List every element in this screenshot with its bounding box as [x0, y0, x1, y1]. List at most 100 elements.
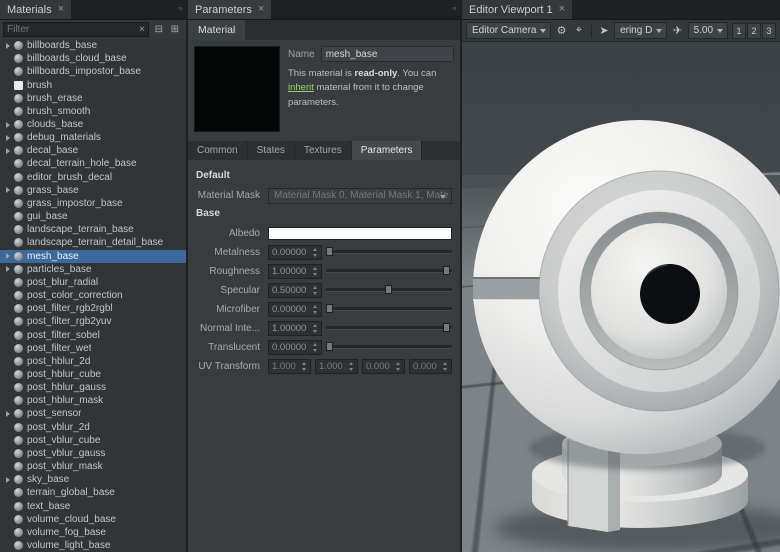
list-item[interactable]: post_sensor	[0, 407, 186, 420]
drag-handle-icon[interactable]	[348, 362, 355, 371]
list-item[interactable]: debug_materials	[0, 131, 186, 144]
list-item[interactable]: volume_fog_base	[0, 526, 186, 539]
list-item[interactable]: brush_smooth	[0, 105, 186, 118]
list-item[interactable]: mesh_base	[0, 250, 186, 263]
gear-icon[interactable]: ⚙	[554, 22, 568, 39]
list-item[interactable]: brush	[0, 78, 186, 91]
list-item[interactable]: gui_base	[0, 210, 186, 223]
list-item[interactable]: post_vblur_cube	[0, 434, 186, 447]
expander-icon[interactable]	[3, 411, 12, 417]
list-item[interactable]: post_hblur_gauss	[0, 381, 186, 394]
viewport-canvas[interactable]	[462, 42, 780, 552]
close-icon[interactable]: ×	[559, 4, 565, 15]
list-item[interactable]: post_color_correction	[0, 289, 186, 302]
value-field[interactable]: 0.00000	[268, 302, 322, 317]
list-item[interactable]: grass_base	[0, 184, 186, 197]
list-item[interactable]: billboards_base	[0, 39, 186, 52]
slider[interactable]	[326, 283, 452, 298]
camera-speed-icon[interactable]: ✈	[670, 22, 684, 39]
list-item[interactable]: post_filter_rgb2yuv	[0, 315, 186, 328]
list-item[interactable]: billboards_cloud_base	[0, 52, 186, 65]
viewport-layout-button-2[interactable]: 2	[747, 23, 761, 39]
list-item[interactable]: post_hblur_cube	[0, 368, 186, 381]
list-item[interactable]: particles_base	[0, 263, 186, 276]
list-item[interactable]: volume_cloud_base	[0, 513, 186, 526]
list-item[interactable]: billboards_impostor_base	[0, 65, 186, 78]
uv-transform-field[interactable]: 1.000	[268, 359, 311, 374]
close-icon[interactable]: ×	[258, 4, 264, 15]
drag-handle-icon[interactable]	[442, 362, 449, 371]
expander-icon[interactable]	[3, 266, 12, 272]
slider[interactable]	[326, 302, 452, 317]
tab-materials[interactable]: Materials ×	[0, 0, 71, 19]
tab-editor-viewport-1[interactable]: Editor Viewport 1 ×	[462, 0, 572, 19]
panel-menu-icon[interactable]: ▫	[179, 3, 182, 13]
slider-handle[interactable]	[443, 323, 450, 332]
value-field[interactable]: 0.50000	[268, 283, 322, 298]
expander-icon[interactable]	[3, 187, 12, 193]
expander-icon[interactable]	[3, 477, 12, 483]
subtab-material[interactable]: Material	[188, 20, 245, 40]
slider[interactable]	[326, 321, 452, 336]
material-mask-select[interactable]: Material Mask 0, Material Mask 1, Mate	[268, 188, 452, 204]
list-item[interactable]: landscape_terrain_base	[0, 223, 186, 236]
list-item[interactable]: post_filter_rgb2rgbl	[0, 302, 186, 315]
tab-textures[interactable]: Textures	[295, 141, 352, 160]
filter-input[interactable]	[7, 24, 139, 35]
slider[interactable]	[326, 340, 452, 355]
tab-parameters-panel[interactable]: Parameters ×	[188, 0, 271, 19]
list-item[interactable]: decal_base	[0, 144, 186, 157]
list-item[interactable]: post_filter_sobel	[0, 328, 186, 341]
list-item[interactable]: landscape_terrain_detail_base	[0, 236, 186, 249]
camera-select[interactable]: Editor Camera	[466, 22, 551, 39]
tab-states[interactable]: States	[248, 141, 295, 160]
list-item[interactable]: text_base	[0, 499, 186, 512]
list-item[interactable]: post_hblur_2d	[0, 355, 186, 368]
expander-icon[interactable]	[3, 122, 12, 128]
clear-filter-icon[interactable]: ×	[139, 25, 145, 35]
slider[interactable]	[326, 245, 452, 260]
close-icon[interactable]: ×	[58, 4, 64, 15]
list-item[interactable]: decal_terrain_hole_base	[0, 157, 186, 170]
cursor-icon[interactable]: ➤	[597, 22, 611, 39]
drag-handle-icon[interactable]	[312, 248, 319, 257]
value-field[interactable]: 1.00000	[268, 321, 322, 336]
slider-handle[interactable]	[326, 342, 333, 351]
slider[interactable]	[326, 264, 452, 279]
tab-parameters[interactable]: Parameters	[352, 141, 423, 160]
expander-icon[interactable]	[3, 148, 12, 154]
list-item[interactable]: post_vblur_2d	[0, 421, 186, 434]
expander-icon[interactable]	[3, 135, 12, 141]
list-item[interactable]: post_blur_radial	[0, 276, 186, 289]
list-item[interactable]: post_filter_wet	[0, 342, 186, 355]
list-item[interactable]: clouds_base	[0, 118, 186, 131]
value-field[interactable]: 1.00000	[268, 264, 322, 279]
list-item[interactable]: post_hblur_mask	[0, 394, 186, 407]
list-item[interactable]: post_vblur_mask	[0, 460, 186, 473]
material-name-field[interactable]: mesh_base	[321, 46, 454, 62]
drag-handle-icon[interactable]	[312, 305, 319, 314]
panel-menu-icon[interactable]: ▫	[453, 3, 456, 13]
list-item[interactable]: volume_light_base	[0, 539, 186, 552]
rendering-debug-select[interactable]: ering D	[614, 22, 667, 39]
slider-handle[interactable]	[326, 247, 333, 256]
slider-handle[interactable]	[443, 266, 450, 275]
viewport-layout-button-1[interactable]: 1	[732, 23, 746, 39]
collapse-all-icon[interactable]: ⊟	[151, 22, 167, 37]
expander-icon[interactable]	[3, 43, 12, 49]
value-field[interactable]: 0.00000	[268, 340, 322, 355]
viewport-layout-button-3[interactable]: 3	[762, 23, 776, 39]
drag-handle-icon[interactable]	[312, 343, 319, 352]
expander-icon[interactable]	[3, 253, 12, 259]
albedo-color-swatch[interactable]	[268, 227, 452, 240]
uv-transform-field[interactable]: 0.000	[409, 359, 452, 374]
expand-all-icon[interactable]: ⊞	[167, 22, 183, 37]
drag-handle-icon[interactable]	[312, 286, 319, 295]
drag-handle-icon[interactable]	[312, 324, 319, 333]
list-item[interactable]: brush_erase	[0, 92, 186, 105]
list-item[interactable]: post_vblur_gauss	[0, 447, 186, 460]
tab-common[interactable]: Common	[188, 141, 248, 160]
inherit-link[interactable]: inherit	[288, 82, 314, 93]
camera-speed-select[interactable]: 5.00	[688, 22, 728, 39]
slider-handle[interactable]	[326, 304, 333, 313]
